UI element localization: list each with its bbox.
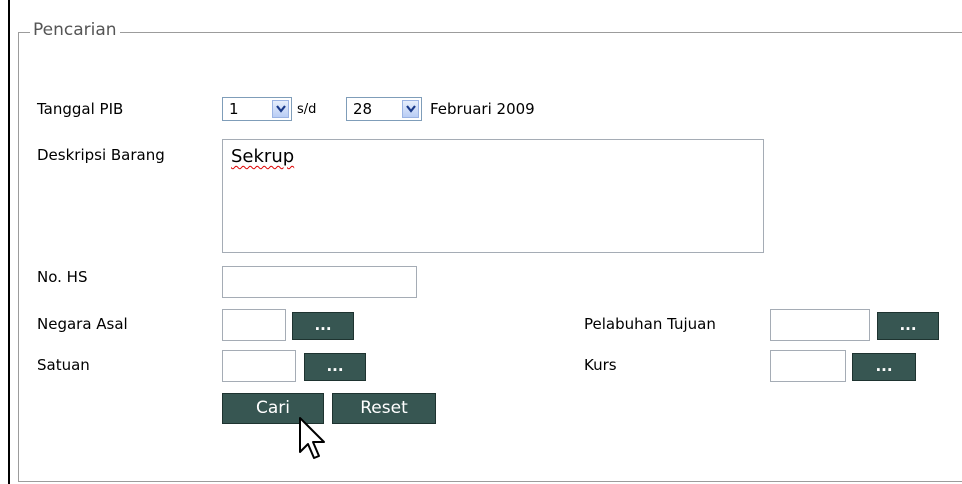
pelabuhan-label: Pelabuhan Tujuan <box>584 315 716 333</box>
pelabuhan-input[interactable] <box>770 309 870 341</box>
satuan-input[interactable] <box>222 350 296 382</box>
satuan-label: Satuan <box>37 356 90 374</box>
tanggal-label: Tanggal PIB <box>37 100 124 118</box>
deskripsi-value: Sekrup <box>231 146 295 167</box>
kurs-input[interactable] <box>770 350 846 382</box>
deskripsi-label: Deskripsi Barang <box>37 146 165 164</box>
window-edge <box>8 0 10 484</box>
negara-lookup-button[interactable]: ... <box>292 312 354 340</box>
kurs-label: Kurs <box>584 356 617 374</box>
hs-label: No. HS <box>37 268 88 286</box>
pelabuhan-lookup-button[interactable]: ... <box>877 312 939 340</box>
deskripsi-textarea[interactable]: Sekrup <box>222 139 764 253</box>
reset-button[interactable]: Reset <box>332 393 436 424</box>
negara-input[interactable] <box>222 309 286 341</box>
day-from-select[interactable]: 1 <box>222 97 292 121</box>
day-to-select[interactable]: 28 <box>346 97 422 121</box>
chevron-down-icon[interactable] <box>272 100 289 118</box>
period-text: Februari 2009 <box>430 100 535 118</box>
negara-label: Negara Asal <box>37 315 128 333</box>
satuan-lookup-button[interactable]: ... <box>304 353 366 381</box>
fieldset-legend: Pencarian <box>30 20 120 40</box>
hs-input[interactable] <box>222 266 417 298</box>
chevron-down-icon[interactable] <box>402 100 419 118</box>
mouse-pointer-icon <box>299 417 325 459</box>
date-separator: s/d <box>297 102 317 117</box>
day-from-value: 1 <box>229 100 239 118</box>
kurs-lookup-button[interactable]: ... <box>852 353 916 381</box>
day-to-value: 28 <box>353 100 373 118</box>
